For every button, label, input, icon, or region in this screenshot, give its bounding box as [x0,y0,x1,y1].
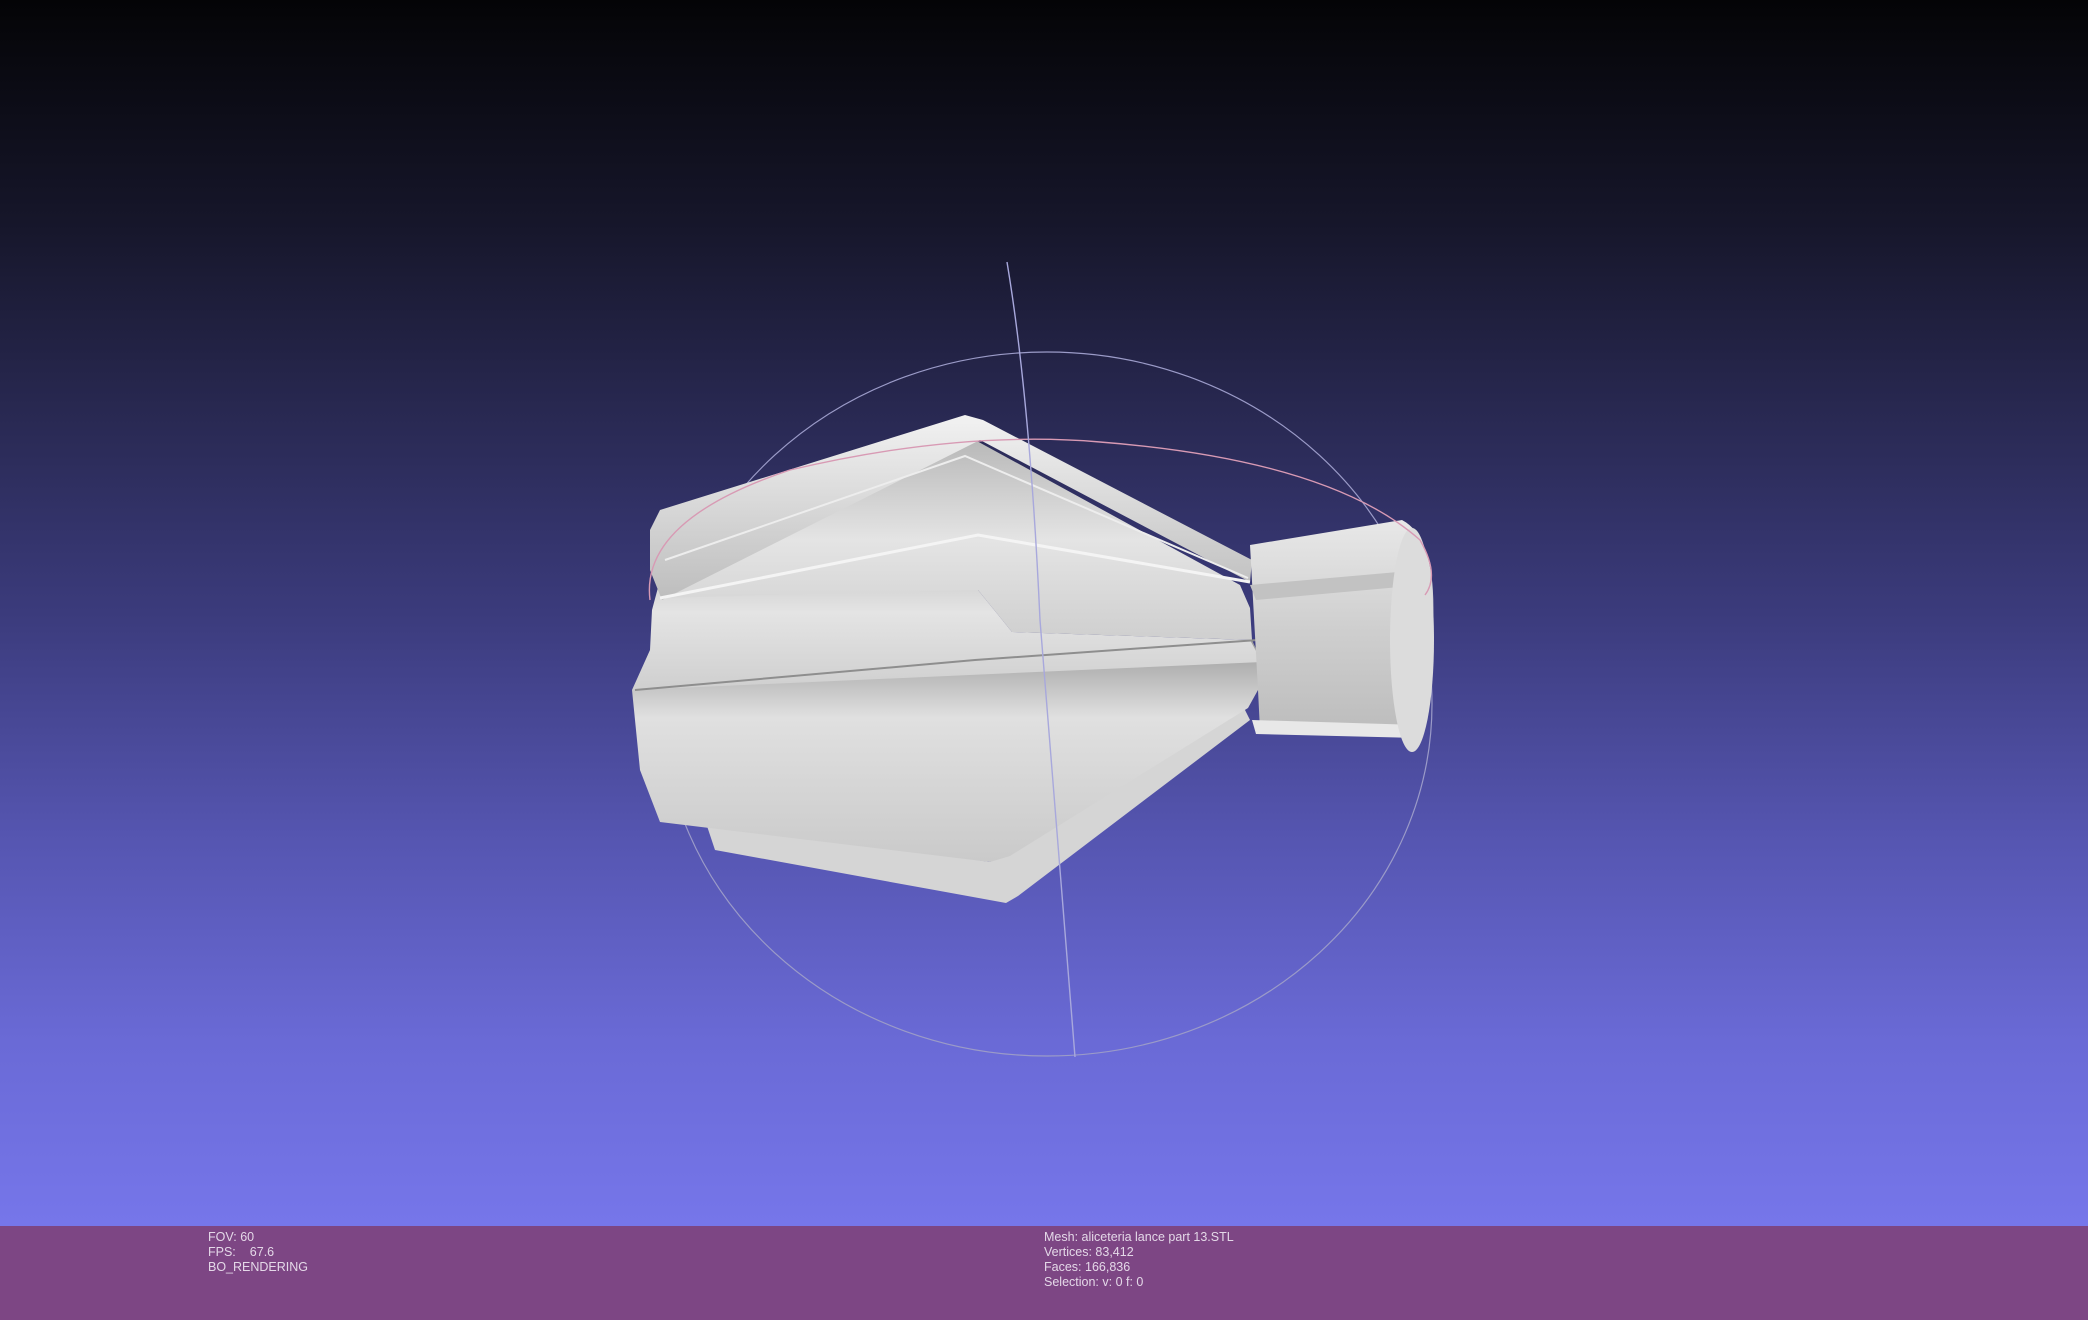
selection-label: Selection: [1044,1275,1099,1289]
selection-value: v: 0 f: 0 [1102,1275,1144,1289]
fps-label: FPS: [208,1245,236,1259]
vertices-label: Vertices: [1044,1245,1092,1259]
status-bar: FOV: 60 FPS: 67.6 BO_RENDERING Mesh: alic… [0,1226,2088,1320]
mesh-label: Mesh: [1044,1230,1079,1244]
mesh-cylinder-end-cap [1390,528,1434,752]
fps-value: 67.6 [249,1245,275,1259]
mesh-row: Mesh: aliceteria lance part 13.STL [1044,1230,1234,1245]
mesh-render[interactable] [0,0,2088,1226]
faces-label: Faces: [1044,1260,1082,1274]
vertices-row: Vertices: 83,412 [1044,1245,1234,1260]
3d-viewport[interactable] [0,0,2088,1226]
faces-value: 166,836 [1085,1260,1131,1274]
faces-row: Faces: 166,836 [1044,1260,1234,1275]
render-info: FOV: 60 FPS: 67.6 BO_RENDERING [208,1230,308,1275]
fov-row: FOV: 60 [208,1230,308,1245]
fov-value: 60 [240,1230,255,1244]
mesh-name: aliceteria lance part 13.STL [1081,1230,1234,1244]
mesh-info: Mesh: aliceteria lance part 13.STL Verti… [1044,1230,1234,1290]
render-mode: BO_RENDERING [208,1260,309,1274]
fps-row: FPS: 67.6 [208,1245,308,1260]
vertices-value: 83,412 [1095,1245,1134,1259]
selection-row: Selection: v: 0 f: 0 [1044,1275,1234,1290]
fov-label: FOV: [208,1230,237,1244]
